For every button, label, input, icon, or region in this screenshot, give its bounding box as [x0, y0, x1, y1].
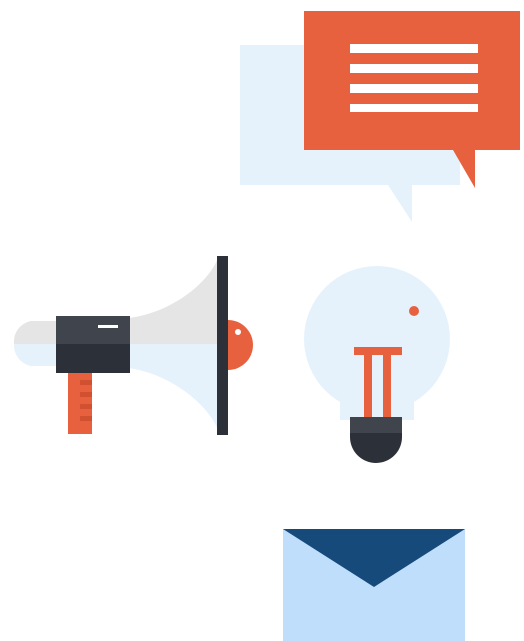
megaphone-body-highlight: [98, 325, 118, 328]
megaphone-tail-top: [13, 321, 59, 344]
text-line: [350, 84, 478, 93]
megaphone-horn-bottom: [129, 344, 218, 430]
megaphone-body-top: [56, 316, 130, 344]
megaphone-speaker-dot: [235, 329, 241, 335]
megaphone-tail-bottom: [13, 344, 59, 366]
text-line: [350, 64, 478, 73]
grip-line: [80, 392, 92, 397]
text-line: [350, 104, 478, 112]
megaphone-rim: [217, 256, 228, 435]
filament-left: [364, 355, 372, 417]
lightbulb-icon: [304, 266, 450, 463]
grip-line: [80, 380, 92, 385]
megaphone-body-bottom: [56, 344, 130, 373]
bulb-base-bottom: [350, 433, 402, 463]
bulb-base-top: [350, 417, 402, 433]
envelope-icon: [283, 529, 465, 641]
filament-top: [354, 347, 402, 355]
text-line: [350, 44, 478, 53]
grip-line: [80, 404, 92, 409]
bulb-reflection-dot: [409, 306, 419, 316]
megaphone-icon: [13, 256, 253, 435]
grip-line: [80, 416, 92, 421]
megaphone-horn-top: [129, 258, 218, 344]
illustration-scene: [13, 11, 520, 641]
bulb-neck: [340, 385, 414, 420]
filament-right: [383, 355, 391, 417]
megaphone-speaker: [228, 320, 253, 370]
speech-bubbles-icon: [240, 11, 520, 222]
